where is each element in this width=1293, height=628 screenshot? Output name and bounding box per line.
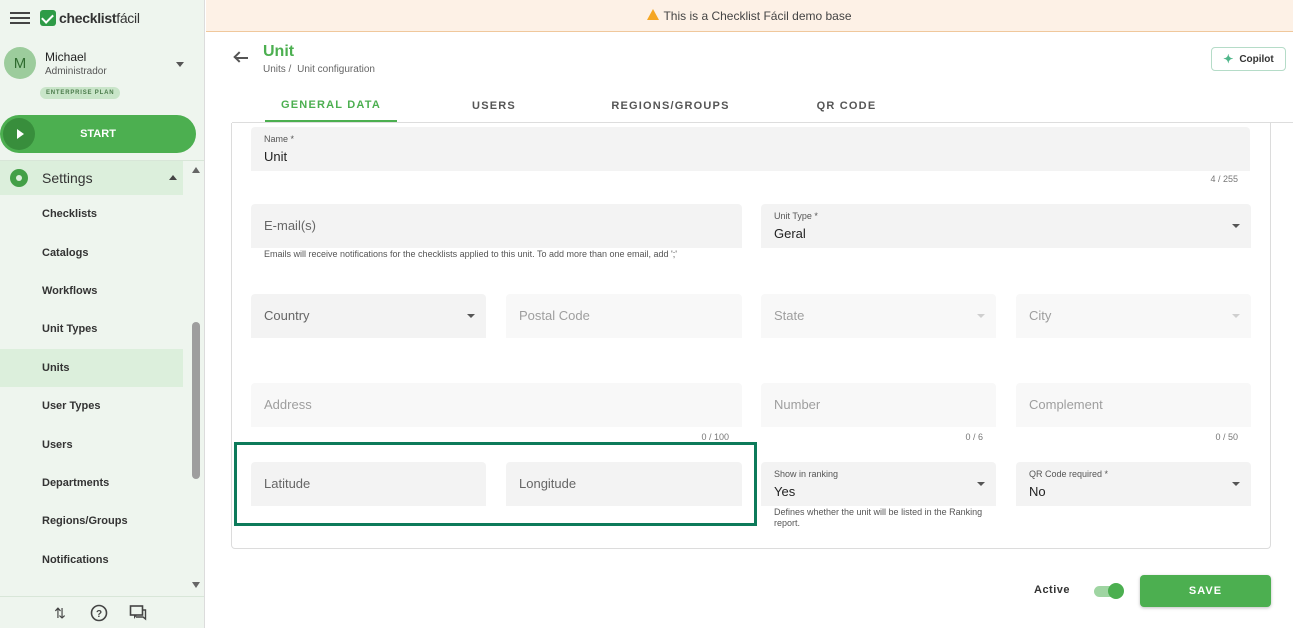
page-title: Unit (263, 43, 295, 60)
sidebar-item-users[interactable]: Users (0, 425, 183, 463)
avatar: M (4, 47, 36, 79)
active-label: Active (1034, 584, 1071, 596)
tab-qr-code[interactable]: QR CODE (814, 90, 879, 122)
ranking-hint: Defines whether the unit will be listed … (774, 507, 983, 528)
hamburger-menu-icon[interactable] (10, 10, 30, 26)
start-button[interactable]: START (0, 115, 196, 153)
breadcrumb-current: Unit configuration (297, 64, 375, 75)
name-counter: 4 / 255 (1210, 174, 1238, 184)
chat-icon[interactable] (129, 604, 147, 622)
tab-bar: GENERAL DATA USERS REGIONS/GROUPS QR COD… (232, 90, 1293, 123)
coordinates-highlight (234, 442, 757, 526)
chevron-down-icon[interactable] (176, 62, 184, 67)
tab-general-data[interactable]: GENERAL DATA (265, 90, 397, 122)
dropdown-arrow-icon (1232, 482, 1240, 486)
sidebar-item-checklists[interactable]: Checklists (0, 195, 183, 233)
chevron-up-icon[interactable] (169, 175, 177, 180)
complement-field[interactable]: Complement (1016, 383, 1251, 427)
dropdown-arrow-icon (977, 314, 985, 318)
address-field[interactable]: Address (251, 383, 742, 427)
plan-badge: ENTERPRISE PLAN (40, 87, 121, 99)
dropdown-arrow-icon (467, 314, 475, 318)
warning-icon (647, 9, 660, 20)
sidebar-item-departments[interactable]: Departments (0, 464, 183, 502)
user-menu[interactable]: M Michael Administrador (4, 46, 194, 80)
sidebar-item-units[interactable]: Units (0, 348, 183, 387)
sidebar-item-user-types[interactable]: User Types (0, 387, 183, 425)
number-counter: 0 / 6 (965, 432, 983, 442)
name-field[interactable]: Name * Unit (251, 127, 1250, 171)
tab-users[interactable]: USERS (460, 90, 528, 122)
sort-arrows-icon[interactable]: ⇅ (51, 604, 69, 622)
logo-text: checklistfácil (59, 10, 140, 26)
scrollbar-thumb[interactable] (192, 322, 200, 479)
postal-code-field[interactable]: Postal Code (506, 294, 742, 338)
scroll-up-arrow-icon[interactable] (192, 167, 200, 173)
settings-nav: Settings Checklists Catalogs Workflows U… (0, 161, 186, 592)
user-role: Administrador (45, 65, 107, 77)
sidebar-scrollbar[interactable] (190, 163, 202, 591)
save-button[interactable]: SAVE (1140, 575, 1271, 607)
state-select: State (761, 294, 996, 338)
gear-icon (10, 169, 28, 187)
play-icon (3, 118, 35, 150)
help-icon[interactable]: ? (90, 604, 108, 622)
dropdown-arrow-icon (977, 482, 985, 486)
sidebar-item-unit-types[interactable]: Unit Types (0, 310, 183, 348)
email-field[interactable]: E-mail(s) (251, 204, 742, 248)
dropdown-arrow-icon (1232, 314, 1240, 318)
dropdown-arrow-icon (1232, 224, 1240, 228)
complement-counter: 0 / 50 (1215, 432, 1238, 442)
app-logo[interactable]: checklistfácil (40, 10, 140, 26)
active-toggle[interactable] (1094, 582, 1124, 600)
scroll-down-arrow-icon[interactable] (192, 582, 200, 588)
tab-regions-groups[interactable]: REGIONS/GROUPS (608, 90, 733, 122)
demo-banner: This is a Checklist Fácil demo base (206, 0, 1293, 32)
sidebar-item-regions-groups[interactable]: Regions/Groups (0, 502, 183, 540)
sidebar-item-notifications[interactable]: Notifications (0, 541, 183, 579)
sparkle-icon: ✦ (1223, 52, 1234, 66)
sidebar-item-catalogs[interactable]: Catalogs (0, 233, 183, 271)
copilot-button[interactable]: ✦ Copilot (1211, 47, 1286, 71)
city-select: City (1016, 294, 1251, 338)
sidebar-footer: ⇅ ? (0, 596, 204, 628)
address-counter: 0 / 100 (701, 432, 729, 442)
show-in-ranking-select[interactable]: Show in ranking Yes (761, 462, 996, 506)
user-name: Michael (45, 49, 87, 64)
checkmark-logo-icon (40, 10, 56, 26)
unit-type-select[interactable]: Unit Type * Geral (761, 204, 1251, 248)
back-arrow-icon[interactable] (233, 50, 249, 66)
sidebar-item-workflows[interactable]: Workflows (0, 272, 183, 310)
sidebar-item-settings[interactable]: Settings (0, 161, 183, 195)
breadcrumb-units-link[interactable]: Units / (263, 64, 291, 75)
svg-text:?: ? (96, 609, 102, 620)
sidebar: checklistfácil M Michael Administrador E… (0, 0, 205, 628)
breadcrumb: Units / Unit configuration (263, 64, 375, 75)
email-hint: Emails will receive notifications for th… (264, 249, 677, 259)
number-field[interactable]: Number (761, 383, 996, 427)
qr-code-required-select[interactable]: QR Code required * No (1016, 462, 1251, 506)
country-select[interactable]: Country (251, 294, 486, 338)
